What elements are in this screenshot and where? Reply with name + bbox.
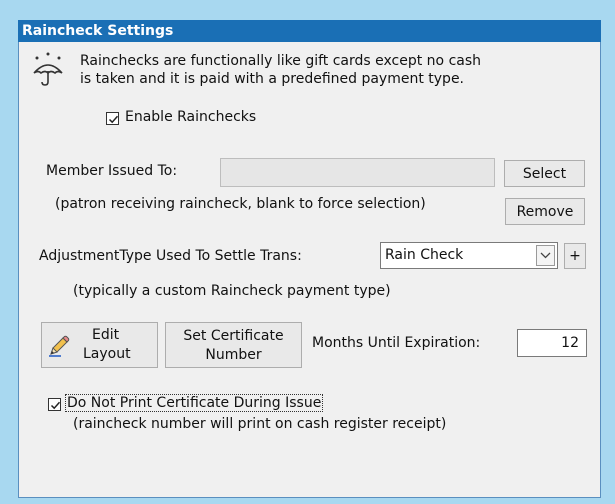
- months-until-expiration-label: Months Until Expiration:: [312, 335, 481, 351]
- cert-label-line1: Set Certificate: [183, 328, 284, 344]
- enable-rainchecks-label[interactable]: Enable Rainchecks: [125, 109, 256, 125]
- remove-button[interactable]: Remove: [505, 198, 585, 225]
- cert-label-line2: Number: [205, 347, 262, 363]
- adjustment-type-select[interactable]: Rain Check: [380, 242, 558, 269]
- checkmark-icon: [50, 401, 61, 410]
- do-not-print-label[interactable]: Do Not Print Certificate During Issue: [65, 394, 324, 412]
- chevron-down-icon[interactable]: [536, 245, 555, 266]
- months-until-expiration-input[interactable]: 12: [517, 329, 587, 357]
- adjustment-hint: (typically a custom Raincheck payment ty…: [73, 283, 391, 299]
- checkmark-icon: [108, 115, 119, 124]
- add-adjustment-button[interactable]: +: [564, 243, 586, 269]
- member-issued-label: Member Issued To:: [46, 163, 178, 179]
- adjustment-type-value: Rain Check: [385, 247, 464, 263]
- edit-layout-button[interactable]: Edit Layout: [41, 322, 158, 368]
- set-certificate-number-button[interactable]: Set Certificate Number: [165, 322, 302, 368]
- member-hint: (patron receiving raincheck, blank to fo…: [55, 196, 426, 212]
- print-hint: (raincheck number will print on cash reg…: [73, 416, 447, 432]
- description-line2: is taken and it is paid with a predefine…: [80, 71, 465, 87]
- raincheck-settings-panel: Raincheck Settings Rainchecks are functi…: [18, 20, 601, 498]
- pencil-icon: [48, 335, 70, 361]
- enable-rainchecks-checkbox[interactable]: [106, 112, 119, 125]
- description-line1: Rainchecks are functionally like gift ca…: [80, 53, 482, 69]
- edit-label-line1: Edit: [92, 327, 120, 343]
- panel-title: Raincheck Settings: [18, 20, 601, 42]
- adjustment-type-label: AdjustmentType Used To Settle Trans:: [39, 248, 302, 264]
- member-issued-input[interactable]: [220, 158, 495, 187]
- umbrella-icon: [31, 51, 65, 87]
- select-button[interactable]: Select: [504, 160, 585, 187]
- edit-label-line2: Layout: [83, 346, 131, 362]
- do-not-print-checkbox[interactable]: [48, 398, 61, 411]
